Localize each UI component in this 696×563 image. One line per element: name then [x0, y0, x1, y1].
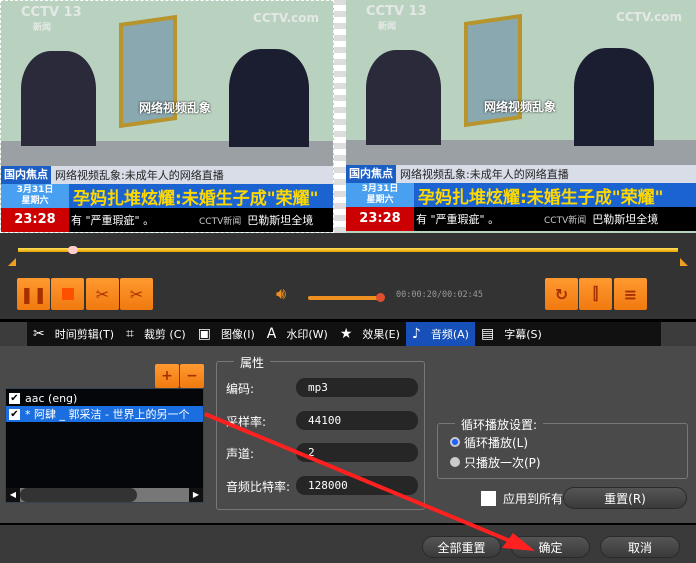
annotation-arrow — [204, 412, 535, 551]
